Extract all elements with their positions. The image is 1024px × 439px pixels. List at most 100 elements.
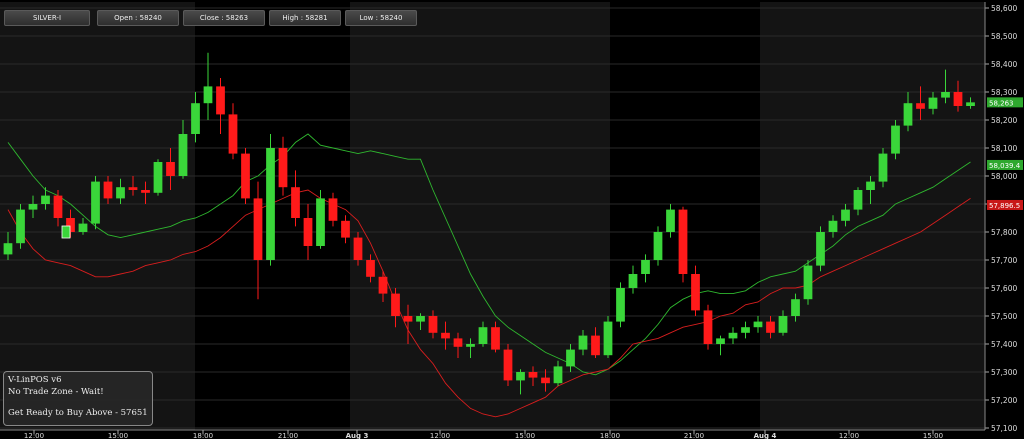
- candle-bull: [753, 321, 763, 328]
- candle-bull: [716, 338, 725, 344]
- chart-canvas: 58,600 58,500 58,400 58,300 58,200 58,100 58,0…: [0, 2, 1023, 439]
- candle-bull: [191, 103, 200, 134]
- x-tick-label: 21:00: [684, 432, 704, 439]
- buy-signal-arrow: [61, 225, 71, 239]
- x-tick-label: 18:00: [600, 432, 620, 439]
- candle-bull: [3, 243, 13, 255]
- x-tick-label: 15:00: [923, 432, 943, 439]
- y-tick-label: 58,300: [991, 88, 1017, 97]
- candle-bear: [528, 372, 538, 378]
- y-tick-label: 58,100: [991, 144, 1017, 153]
- y-tick-label: 57,400: [991, 340, 1017, 349]
- candlestick-chart: 58,600 58,500 58,400 58,300 58,200 58,100 58,0…: [0, 0, 1024, 439]
- candle-bull: [891, 125, 900, 154]
- candle-bull: [628, 274, 638, 288]
- candle-bull: [41, 195, 50, 204]
- candle-bear: [766, 321, 775, 333]
- candle-bull: [616, 288, 625, 322]
- candle-bull: [741, 327, 750, 333]
- candle-bull: [603, 321, 613, 356]
- candle-bear: [216, 86, 225, 115]
- candle-bear: [678, 209, 688, 274]
- candle-bull: [578, 335, 588, 350]
- candle-bear: [141, 190, 150, 193]
- candle-bear: [541, 377, 550, 384]
- x-tick-label: 21:00: [278, 432, 298, 439]
- x-tick-label: 15:00: [108, 432, 128, 439]
- y-tick-label: 58,400: [991, 60, 1017, 69]
- y-tick-label: 57,500: [991, 312, 1017, 321]
- candle-bull: [203, 86, 213, 104]
- symbol-label: SILVER-I: [4, 10, 90, 26]
- y-tick-label: 58,000: [991, 172, 1017, 181]
- indicator-name: V-LinPOS v6: [8, 375, 62, 385]
- open-label: Open : 58240: [97, 10, 179, 26]
- candle-bear: [691, 274, 700, 311]
- candle-bear: [491, 327, 500, 350]
- buy-trigger-text: Get Ready to Buy Above - 57651: [8, 408, 148, 418]
- candle-bull: [666, 209, 675, 232]
- candle-bear: [303, 218, 313, 246]
- close-label: Close : 58263: [183, 10, 265, 26]
- candle-bull: [91, 181, 100, 224]
- y-tick-label: 57,600: [991, 284, 1017, 293]
- candle-bear: [453, 338, 463, 347]
- candle-bull: [516, 372, 525, 381]
- x-tick-label: 15:00: [515, 432, 535, 439]
- candle-bull: [466, 344, 475, 347]
- candle-bear: [103, 181, 113, 199]
- candle-bear: [703, 310, 713, 344]
- candle-bull: [828, 220, 838, 232]
- x-tick-label: Aug 4: [754, 432, 777, 439]
- x-tick-label: 18:00: [193, 432, 213, 439]
- candle-bull: [316, 198, 325, 246]
- candle-bear: [591, 335, 600, 356]
- low-label: Low : 58240: [345, 10, 417, 26]
- candle-bear: [366, 260, 375, 277]
- candle-bull: [478, 327, 488, 344]
- candle-bear: [228, 114, 238, 154]
- x-tick-label: Aug 3: [346, 432, 369, 439]
- candle-bear: [441, 332, 450, 339]
- candle-bull: [566, 349, 575, 367]
- candle-bull: [653, 232, 663, 260]
- candle-bear: [916, 103, 925, 109]
- candle-bear: [341, 220, 350, 238]
- y-tick-label: 58,200: [991, 116, 1017, 125]
- session-band: [760, 2, 985, 430]
- candle-bear: [53, 195, 63, 218]
- candle-bull: [153, 162, 163, 193]
- candle-bull: [641, 260, 650, 274]
- candle-bear: [128, 187, 138, 190]
- upper-band-price-label: 58,039.4: [989, 162, 1021, 170]
- candle-bull: [778, 316, 788, 333]
- candle-bull: [16, 209, 25, 244]
- candle-bear: [328, 198, 338, 221]
- candle-bull: [816, 232, 825, 266]
- signal-info-box: V-LinPOS v6 No Trade Zone - Wait! Get Re…: [3, 371, 153, 426]
- candle-bull: [928, 97, 938, 109]
- candle-bull: [866, 181, 875, 190]
- candle-bear: [953, 92, 963, 106]
- candle-bear: [353, 237, 363, 260]
- last-price-label: 58,263: [989, 99, 1014, 107]
- candle-bull: [841, 209, 850, 221]
- x-tick-label: 12:00: [430, 432, 450, 439]
- candle-bull: [903, 103, 913, 126]
- candle-bull: [416, 316, 425, 322]
- signal-status: No Trade Zone - Wait!: [8, 387, 104, 397]
- candle-bull: [266, 148, 275, 260]
- y-tick-label: 57,100: [991, 424, 1017, 433]
- candle-bear: [391, 293, 400, 316]
- lower-band-price-label: 57,896.5: [989, 202, 1020, 210]
- x-tick-label: 12:00: [24, 432, 44, 439]
- candle-bear: [428, 316, 438, 333]
- candle-bull: [966, 102, 975, 106]
- candle-bull: [728, 332, 738, 339]
- y-tick-label: 57,700: [991, 256, 1017, 265]
- candle-bear: [278, 148, 288, 188]
- candle-bull: [791, 299, 800, 316]
- candle-bear: [291, 187, 300, 218]
- candle-bull: [878, 153, 888, 182]
- candle-bear: [503, 349, 513, 381]
